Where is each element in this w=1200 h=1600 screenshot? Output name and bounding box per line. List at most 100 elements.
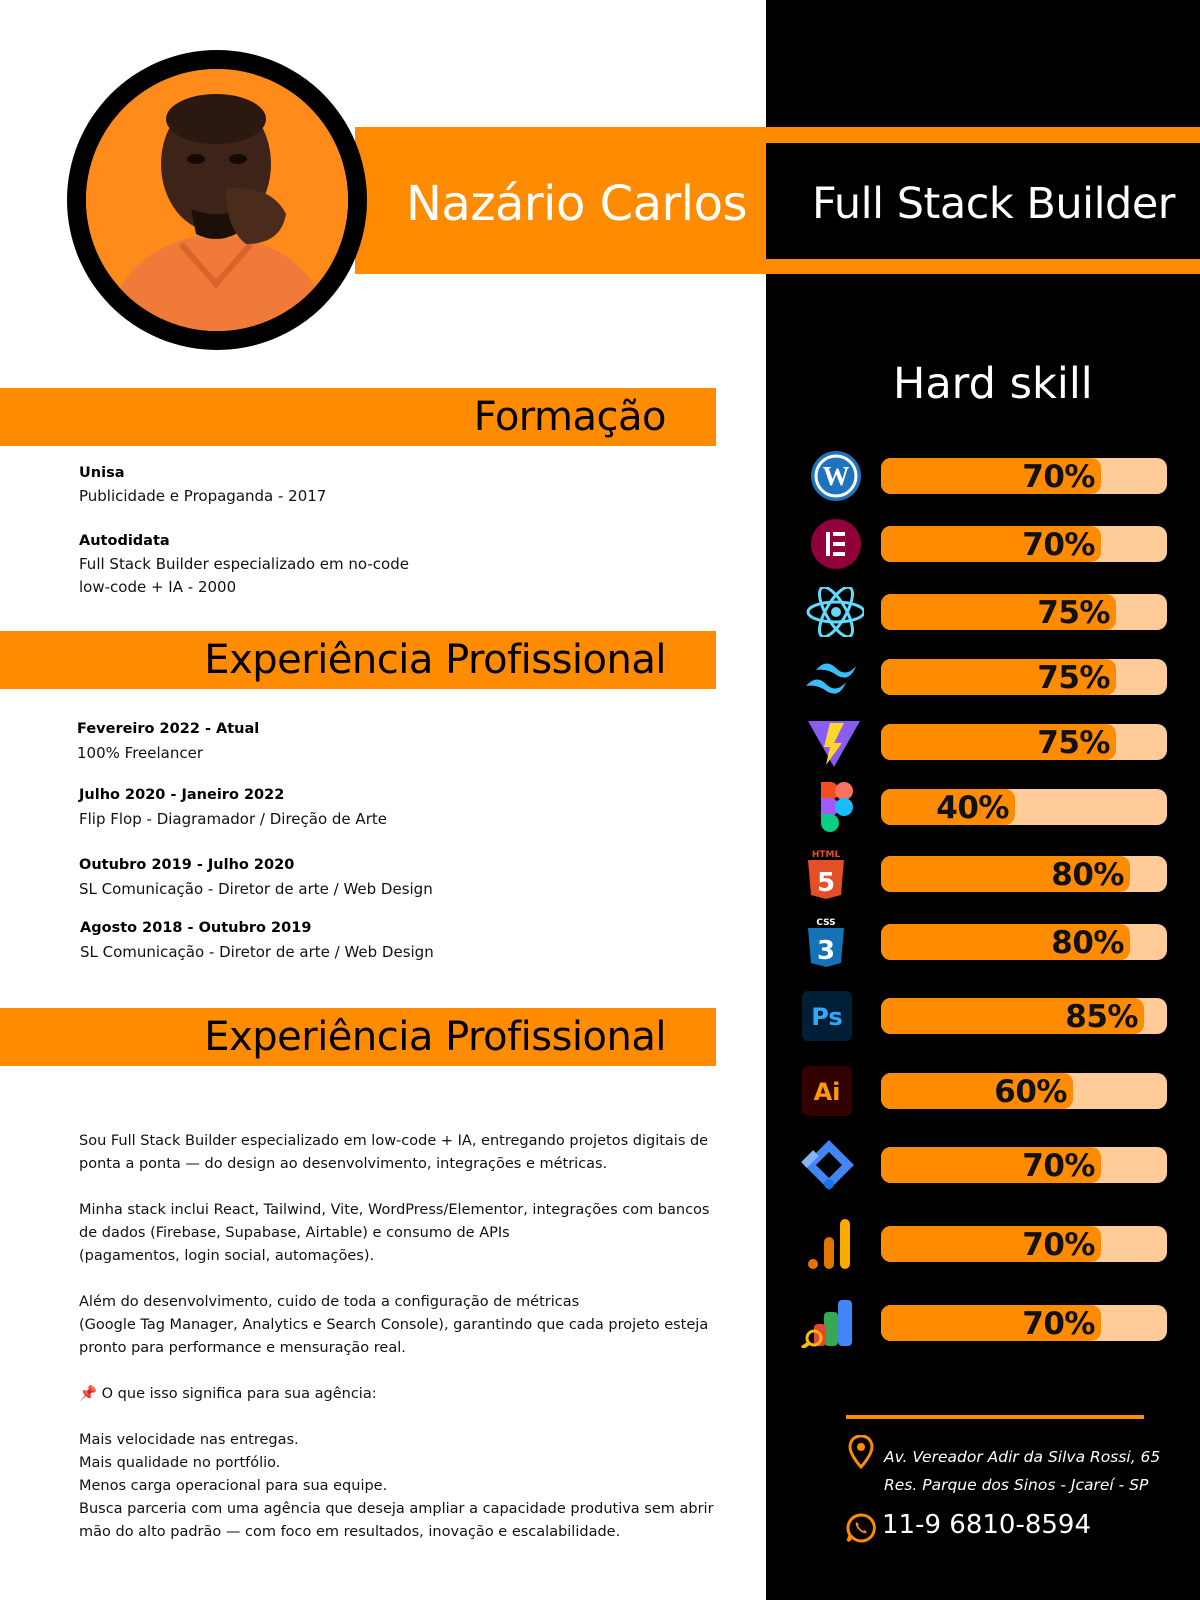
svg-text:Ps: Ps [811,1003,842,1031]
skill-percent-label: 80% [1051,857,1124,893]
formacao-item-line: Full Stack Builder especializado em no-c… [79,555,409,573]
skill-bar-track: 80% [881,856,1167,893]
experiencia-item-line: SL Comunicação - Diretor de arte / Web D… [80,943,434,961]
skill-percent-label: 75% [1037,725,1110,761]
skill-row: 70% [800,1298,1168,1350]
wordpress-icon: W [800,451,864,501]
css3-icon: CSS 3 [800,917,864,967]
experiencia-item-line: Flip Flop - Diagramador / Direção de Art… [79,810,387,828]
skill-percent-label: 80% [1051,925,1124,961]
contact-divider [846,1415,1144,1419]
skill-row: Ai 60% [800,1066,1168,1116]
formacao-title: Formação [473,394,667,440]
figma-icon [800,782,864,832]
formacao-item-title: Unisa [79,465,125,481]
about-text: Sou Full Stack Builder especializado em … [79,1130,714,1544]
about-line: mão do alto padrão — com foco em resulta… [79,1524,621,1540]
skill-row: 75% [800,652,1168,702]
experiencia-item-title: Agosto 2018 - Outubro 2019 [80,920,312,936]
svg-text:Ai: Ai [814,1078,841,1106]
skill-row: W 70% [800,451,1168,501]
skill-percent-label: 40% [936,790,1009,826]
svg-text:W: W [823,461,850,491]
hard-skill-title: Hard skill [893,359,1093,409]
phone-number[interactable]: 11-9 6810-8594 [882,1510,1091,1540]
avatar [86,69,348,331]
skill-row: 75% [800,717,1168,767]
skill-row: 70% [800,1219,1168,1269]
skill-bar-track: 75% [881,724,1167,761]
address-line-2: Res. Parque dos Sinos - Jcareí - SP [884,1476,1149,1494]
experiencia-header: Experiência Profissional [0,631,716,689]
skill-row: 75% [800,585,1168,639]
about-line: ponta a ponta — do design ao desenvolvim… [79,1156,608,1172]
experiencia-title: Experiência Profissional [204,637,666,683]
about-line: (pagamentos, login social, automações). [79,1248,375,1264]
skill-bar-track: 80% [881,924,1167,961]
skill-row: CSS 3 80% [800,917,1168,967]
skill-percent-label: 75% [1037,595,1110,631]
skill-row: HTML 5 80% [800,849,1168,899]
vite-icon [800,717,864,767]
elementor-icon [800,519,864,569]
svg-text:3: 3 [817,936,835,966]
skill-row: 70% [800,1140,1168,1190]
skill-bar-track: 70% [881,526,1167,563]
skill-bar-track: 70% [881,1305,1167,1342]
about-line: Busca parceria com uma agência que desej… [79,1501,714,1517]
about-line: de dados (Firebase, Supabase, Airtable) … [79,1225,510,1241]
skill-percent-label: 85% [1065,999,1138,1035]
skill-bar-track: 70% [881,1226,1167,1263]
tailwind-icon [800,652,864,702]
about-line: pronto para performance e mensuração rea… [79,1340,406,1356]
sobre-title: Experiência Profissional [204,1014,666,1060]
about-line: Mais velocidade nas entregas. [79,1432,299,1448]
whatsapp-icon [846,1513,876,1543]
person-name: Nazário Carlos [406,176,748,232]
formacao-header: Formação [0,388,716,446]
html5-icon: HTML 5 [800,849,864,899]
formacao-item-line: low-code + IA - 2000 [79,578,237,596]
skill-bar-track: 70% [881,1147,1167,1184]
illustrator-icon: Ai [800,1066,864,1116]
google-search-console-icon [800,1298,864,1350]
experiencia-item-title: Julho 2020 - Janeiro 2022 [79,787,285,803]
skill-percent-label: 70% [1022,459,1095,495]
svg-text:HTML: HTML [812,850,841,860]
formacao-item-line: Publicidade e Propaganda - 2017 [79,487,327,505]
skill-bar-track: 60% [881,1073,1167,1110]
skill-bar-track: 70% [881,458,1167,495]
photoshop-icon: Ps [800,991,864,1041]
about-line: Além do desenvolvimento, cuido de toda a… [79,1294,580,1310]
formacao-item-title: Autodidata [79,533,170,549]
address-line-1: Av. Vereador Adir da Silva Rossi, 65 [884,1448,1161,1466]
svg-text:5: 5 [817,868,835,898]
about-line: Minha stack inclui React, Tailwind, Vite… [79,1202,710,1218]
experiencia-item-line: 100% Freelancer [77,744,203,762]
skill-percent-label: 75% [1037,660,1110,696]
skill-bar-track: 75% [881,594,1167,631]
about-line: 📌 O que isso significa para sua agência: [79,1386,377,1402]
skill-percent-label: 60% [994,1074,1067,1110]
about-line: Sou Full Stack Builder especializado em … [79,1133,709,1149]
skill-percent-label: 70% [1022,527,1095,563]
svg-text:CSS: CSS [816,918,835,928]
react-icon [800,585,866,639]
skill-bar-track: 85% [881,998,1167,1035]
skill-row: Ps 85% [800,991,1168,1041]
google-tag-manager-icon [800,1140,864,1190]
about-line: (Google Tag Manager, Analytics e Search … [79,1317,709,1333]
about-line: Mais qualidade no portfólio. [79,1455,281,1471]
google-analytics-icon [800,1219,864,1269]
skill-bar-track: 75% [881,659,1167,696]
skill-row: 70% [800,519,1168,569]
skill-percent-label: 70% [1022,1227,1095,1263]
experiencia-item-title: Fevereiro 2022 - Atual [77,721,260,737]
about-line: Menos carga operacional para sua equipe. [79,1478,388,1494]
skill-percent-label: 70% [1022,1148,1095,1184]
avatar-illustration [86,69,348,331]
skill-row: 40% [800,782,1168,832]
sobre-header: Experiência Profissional [0,1008,716,1066]
experiencia-item-title: Outubro 2019 - Julho 2020 [79,857,295,873]
experiencia-item-line: SL Comunicação - Diretor de arte / Web D… [79,880,433,898]
